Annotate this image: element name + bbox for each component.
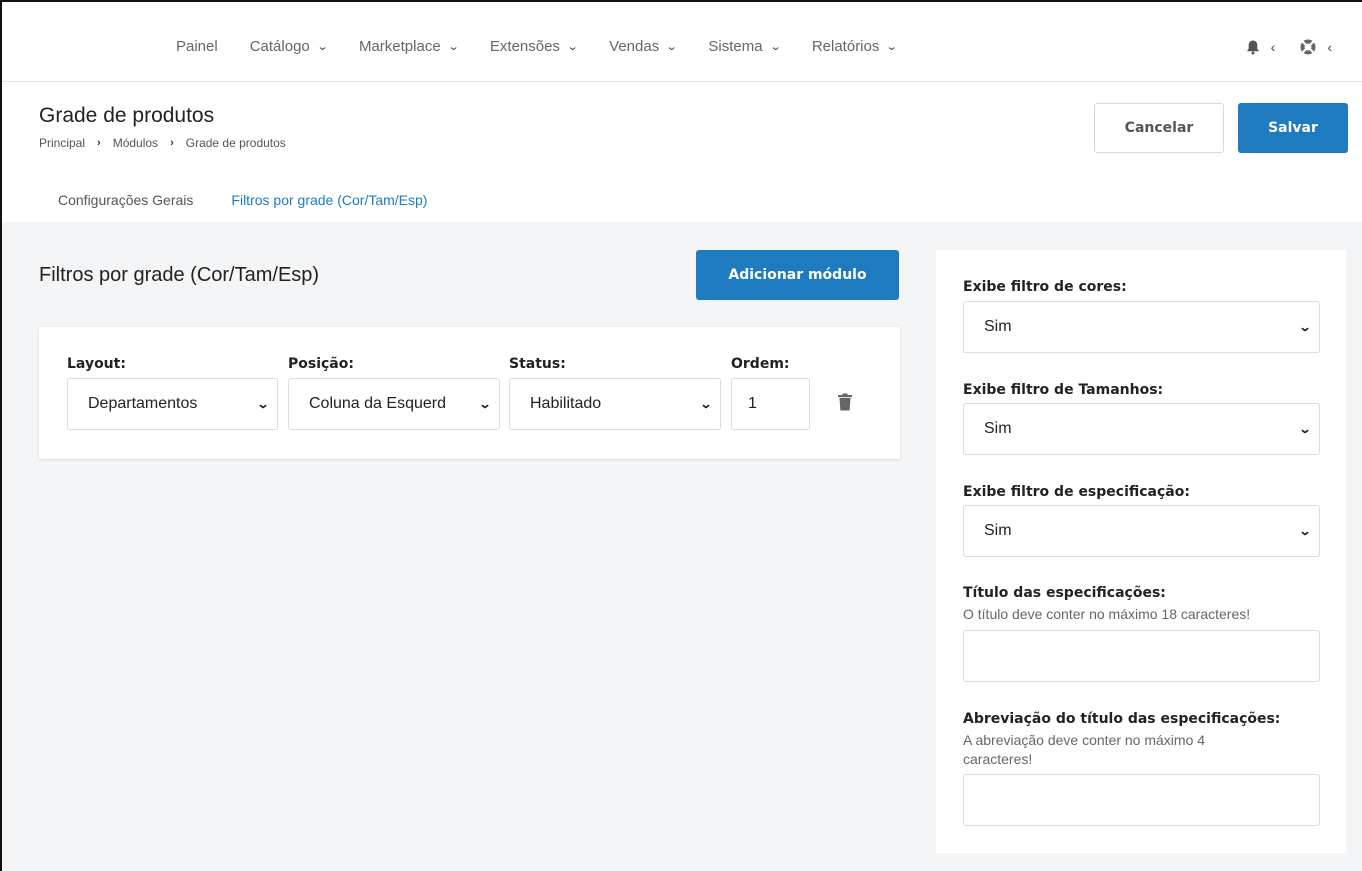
tab-general-settings[interactable]: Configurações Gerais <box>39 182 212 226</box>
layout-label: Layout: <box>67 356 126 372</box>
spec-filter-select[interactable]: Sim ⌄ <box>963 505 1320 557</box>
nav-item-vendas[interactable]: Vendas ⌄ <box>609 38 678 55</box>
bell-icon[interactable] <box>1245 39 1261 55</box>
chevron-left-icon[interactable]: ‹ <box>1271 39 1276 55</box>
chevron-left-icon[interactable]: ‹ <box>1327 39 1332 55</box>
cancel-button[interactable]: Cancelar <box>1094 103 1224 153</box>
filter-settings-panel: Exibe filtro de cores: Sim ⌄ Exibe filtr… <box>936 250 1346 853</box>
add-module-button[interactable]: Adicionar módulo <box>696 250 899 300</box>
layout-select[interactable]: Departamentos ⌄ <box>67 378 278 430</box>
nav-item-catalogo[interactable]: Catálogo ⌄ <box>249 38 329 55</box>
spec-title-input[interactable] <box>963 630 1320 682</box>
colors-filter-label: Exibe filtro de cores: <box>963 279 1127 295</box>
chevron-right-icon: › <box>170 137 174 149</box>
breadcrumb-item[interactable]: Módulos <box>113 136 158 150</box>
chevron-down-icon: ⌄ <box>1298 524 1312 538</box>
spec-title-label: Título das especificações: <box>963 585 1166 601</box>
chevron-down-icon: ⌄ <box>256 397 270 411</box>
layout-value: Departamentos <box>88 395 198 412</box>
nav-item-label: Vendas <box>609 38 660 55</box>
chevron-down-icon: ⌄ <box>1298 320 1312 334</box>
colors-filter-select[interactable]: Sim ⌄ <box>963 301 1320 353</box>
breadcrumb-item[interactable]: Grade de produtos <box>186 136 286 150</box>
nav-item-relatorios[interactable]: Relatórios ⌄ <box>811 38 898 55</box>
chevron-down-icon: ⌄ <box>885 41 898 53</box>
order-label: Ordem: <box>731 356 790 372</box>
nav-item-sistema[interactable]: Sistema ⌄ <box>708 38 782 55</box>
position-label: Posição: <box>288 356 354 372</box>
chevron-down-icon: ⌄ <box>478 397 492 411</box>
chevron-down-icon: ⌄ <box>316 41 329 53</box>
spec-abbr-help: A abreviação deve conter no máximo 4 car… <box>963 732 1206 767</box>
chevron-down-icon: ⌄ <box>769 41 782 53</box>
spec-abbr-input[interactable] <box>963 774 1320 826</box>
main-menu: Painel Catálogo ⌄ Marketplace ⌄ Extensõe… <box>176 38 929 55</box>
module-card: Layout: Departamentos ⌄ Posição: Coluna … <box>39 327 900 459</box>
position-value: Coluna da Esquerd <box>309 395 446 412</box>
chevron-down-icon: ⌄ <box>447 41 460 53</box>
tab-grid-filters[interactable]: Filtros por grade (Cor/Tam/Esp) <box>212 182 447 226</box>
position-select[interactable]: Coluna da Esquerd ⌄ <box>288 378 500 430</box>
spec-title-help: O título deve conter no máximo 18 caract… <box>963 606 1251 622</box>
nav-item-marketplace[interactable]: Marketplace ⌄ <box>358 38 460 55</box>
nav-right-tools: ‹ ‹ <box>1245 38 1332 56</box>
chevron-down-icon: ⌄ <box>566 41 579 53</box>
sizes-filter-label: Exibe filtro de Tamanhos: <box>963 382 1164 398</box>
top-navbar: Painel Catálogo ⌄ Marketplace ⌄ Extensõe… <box>2 2 1362 82</box>
status-select[interactable]: Habilitado ⌄ <box>509 378 721 430</box>
chevron-down-icon: ⌄ <box>665 41 678 53</box>
nav-item-label: Extensões <box>489 38 560 55</box>
nav-item-painel[interactable]: Painel <box>176 38 218 55</box>
spec-abbr-label: Abreviação do título das especificações: <box>963 711 1281 727</box>
chevron-down-icon: ⌄ <box>699 397 713 411</box>
spec-filter-label: Exibe filtro de especificação: <box>963 484 1190 500</box>
breadcrumb: Principal › Módulos › Grade de produtos <box>39 136 286 150</box>
sizes-filter-select[interactable]: Sim ⌄ <box>963 403 1320 455</box>
order-input[interactable]: 1 <box>731 378 810 430</box>
nav-item-label: Catálogo <box>249 38 310 55</box>
spec-filter-value: Sim <box>984 522 1012 539</box>
section-title: Filtros por grade (Cor/Tam/Esp) <box>39 264 320 286</box>
breadcrumb-item[interactable]: Principal <box>39 136 85 150</box>
nav-item-label: Marketplace <box>358 38 441 55</box>
colors-filter-value: Sim <box>984 318 1012 335</box>
lifebuoy-icon[interactable] <box>1299 38 1317 56</box>
sizes-filter-value: Sim <box>984 420 1012 437</box>
nav-item-label: Relatórios <box>811 38 880 55</box>
page-title: Grade de produtos <box>39 104 215 127</box>
chevron-right-icon: › <box>97 137 101 149</box>
chevron-down-icon: ⌄ <box>1298 422 1312 436</box>
nav-item-label: Sistema <box>708 38 763 55</box>
nav-item-label: Painel <box>176 38 218 55</box>
status-label: Status: <box>509 356 566 372</box>
trash-icon[interactable] <box>837 393 853 411</box>
status-value: Habilitado <box>530 395 602 412</box>
save-button[interactable]: Salvar <box>1238 103 1348 153</box>
tab-bar: Configurações Gerais Filtros por grade (… <box>39 182 447 226</box>
nav-item-extensoes[interactable]: Extensões ⌄ <box>489 38 579 55</box>
